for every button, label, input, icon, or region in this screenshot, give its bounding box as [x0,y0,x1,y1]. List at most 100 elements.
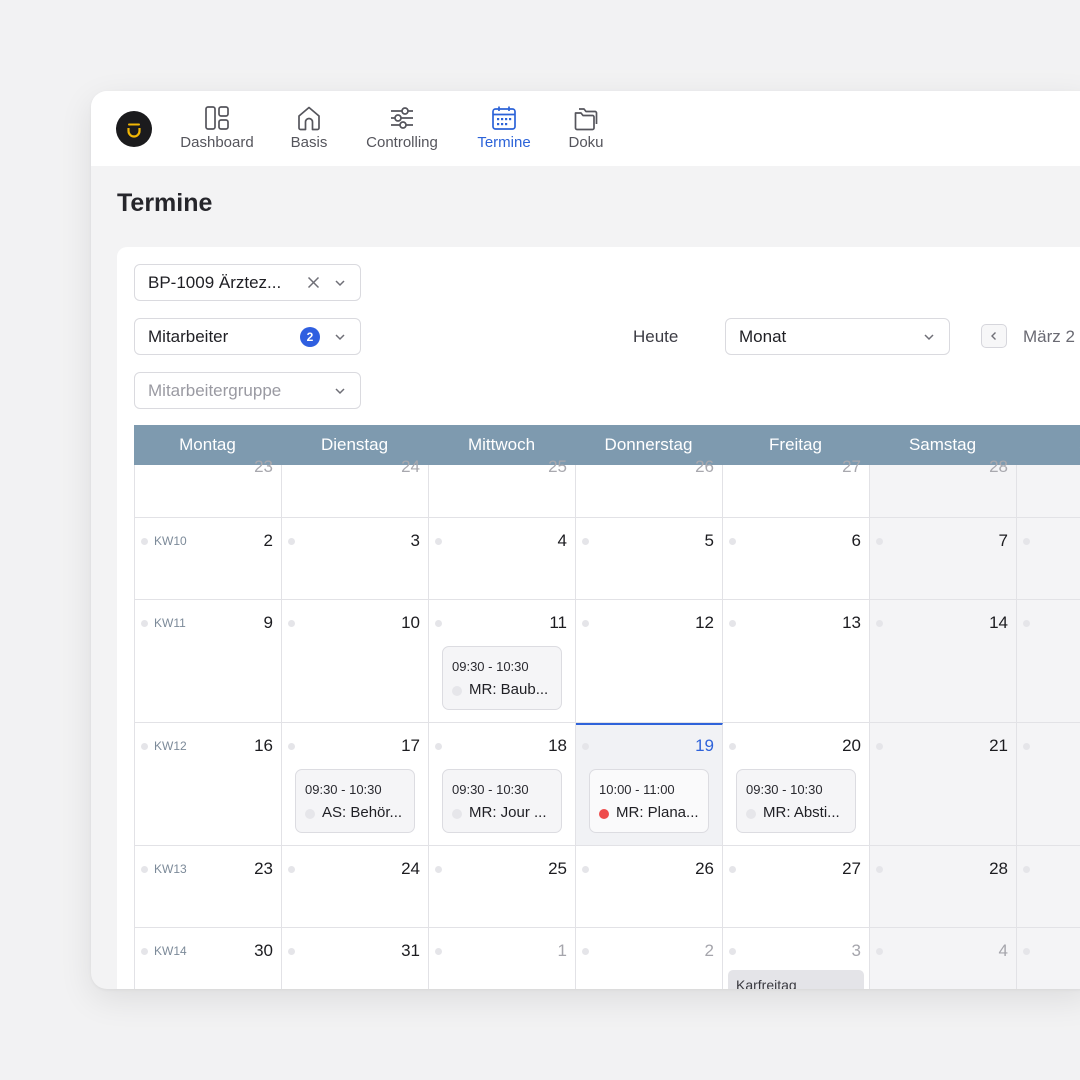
day-number: 23 [254,457,273,476]
day-cell[interactable]: 22 [1017,723,1080,846]
day-cell[interactable]: KW11 9 [135,600,282,723]
day-cell[interactable]: 3 [282,518,429,600]
event-card[interactable]: 09:30 - 10:30 MR: Baub... [442,646,562,710]
day-number: 1 [557,941,567,960]
nav-doku-label: Doku [568,134,604,151]
day-cell[interactable]: KW14 30 [135,928,282,989]
day-cell[interactable]: 27 [723,457,870,518]
event-card[interactable]: 09:30 - 10:30 MR: Absti... [736,769,856,833]
day-cell[interactable]: 1 [1017,465,1080,518]
day-cell[interactable]: 3 Karfreitag [723,928,870,989]
day-dot [288,538,295,545]
day-cell[interactable]: KW13 23 [135,846,282,928]
employee-select[interactable]: Mitarbeiter 2 [134,318,361,355]
nav-doku[interactable]: Doku [564,91,608,166]
day-cell[interactable]: 27 [723,846,870,928]
view-select-value: Monat [739,326,787,346]
day-cell[interactable]: 8 [1017,518,1080,600]
day-dot [435,538,442,545]
day-cell[interactable]: 6 [723,518,870,600]
day-cell[interactable]: 5 [576,518,723,600]
day-cell[interactable]: 29 [1017,846,1080,928]
day-cell[interactable]: 15 [1017,600,1080,723]
day-cell[interactable]: 12 [576,600,723,723]
day-number: 25 [548,859,567,878]
day-cell[interactable]: 24 [282,457,429,518]
event-time: 10:00 - 11:00 [599,782,675,797]
event-time: 09:30 - 10:30 [452,782,529,797]
day-dot [141,866,148,873]
chevron-down-icon [335,280,345,287]
day-cell[interactable]: KW12 16 [135,723,282,846]
top-navigation: Dashboard Basis Controlling Termine Doku [91,91,1080,166]
day-dot [288,743,295,750]
day-cell[interactable]: 5 [1017,928,1080,989]
day-cell[interactable]: 28 [870,846,1017,928]
day-number: 3 [851,941,861,960]
day-dot [141,620,148,627]
day-cell[interactable]: 13 [723,600,870,723]
nav-dashboard[interactable]: Dashboard [177,91,257,166]
day-dot [582,538,589,545]
day-cell[interactable]: KW10 2 [135,518,282,600]
app-logo[interactable] [116,111,152,147]
nav-controlling[interactable]: Controlling [361,91,443,166]
day-number: 4 [557,531,567,550]
home-icon [298,106,320,131]
day-cell[interactable]: 24 [282,846,429,928]
month-calendar: Montag Dienstag Mittwoch Donnerstag Frei… [134,425,1080,989]
event-card[interactable]: 09:30 - 10:30 MR: Jour ... [442,769,562,833]
event-status-dot [452,809,462,819]
day-cell[interactable]: 1 [429,928,576,989]
day-cell[interactable]: 7 [870,518,1017,600]
previous-month-button[interactable] [981,324,1007,348]
day-cell[interactable]: 21 [870,723,1017,846]
day-number: 30 [254,941,273,960]
day-cell[interactable]: 14 [870,600,1017,723]
day-cell[interactable]: 2 [576,928,723,989]
week-number: KW14 [154,944,187,958]
day-dot [582,948,589,955]
event-time: 09:30 - 10:30 [452,659,529,674]
day-cell[interactable]: 28 [870,457,1017,518]
day-number: 2 [263,531,273,550]
day-cell[interactable]: 26 [576,457,723,518]
event-status-dot [599,809,609,819]
today-button[interactable]: Heute [633,327,678,347]
day-dot [141,948,148,955]
day-cell[interactable]: 18 09:30 - 10:30 MR: Jour ... [429,723,576,846]
day-cell[interactable]: 4 [429,518,576,600]
day-cell[interactable]: 17 09:30 - 10:30 AS: Behör... [282,723,429,846]
day-dot [435,620,442,627]
day-cell[interactable]: 23 [135,457,282,518]
day-cell[interactable]: 20 09:30 - 10:30 MR: Absti... [723,723,870,846]
day-cell[interactable]: 26 [576,846,723,928]
view-select[interactable]: Monat [725,318,950,355]
day-dot [729,948,736,955]
event-title: MR: Baub... [469,681,549,698]
project-select[interactable]: BP-1009 Ärztez... [134,264,361,301]
current-month-label: März 2 [1023,327,1075,346]
day-dot [1023,866,1030,873]
day-dot [435,743,442,750]
nav-termine[interactable]: Termine [474,91,534,166]
week-row-kw12: KW12 16 17 09:30 - 10:30 AS: Behör... 18 … [134,723,1080,846]
day-dot [1023,538,1030,545]
nav-basis[interactable]: Basis [284,91,334,166]
clear-icon[interactable] [307,276,320,289]
day-number: 4 [998,941,1008,960]
day-cell[interactable]: 31 [282,928,429,989]
day-cell[interactable]: 25 [429,457,576,518]
day-cell[interactable]: 10 [282,600,429,723]
day-cell[interactable]: 25 [429,846,576,928]
sliders-icon [391,107,413,129]
day-cell[interactable]: 4 [870,928,1017,989]
day-dot [729,743,736,750]
day-cell[interactable]: 11 09:30 - 10:30 MR: Baub... [429,600,576,723]
app-window: Dashboard Basis Controlling Termine Doku… [91,91,1080,989]
event-card[interactable]: 09:30 - 10:30 AS: Behör... [295,769,415,833]
employee-group-select[interactable]: Mitarbeitergruppe [134,372,361,409]
day-cell-today[interactable]: 19 10:00 - 11:00 MR: Plana... [576,723,723,846]
event-card[interactable]: 10:00 - 11:00 MR: Plana... [589,769,709,833]
chevron-down-icon [335,334,345,341]
